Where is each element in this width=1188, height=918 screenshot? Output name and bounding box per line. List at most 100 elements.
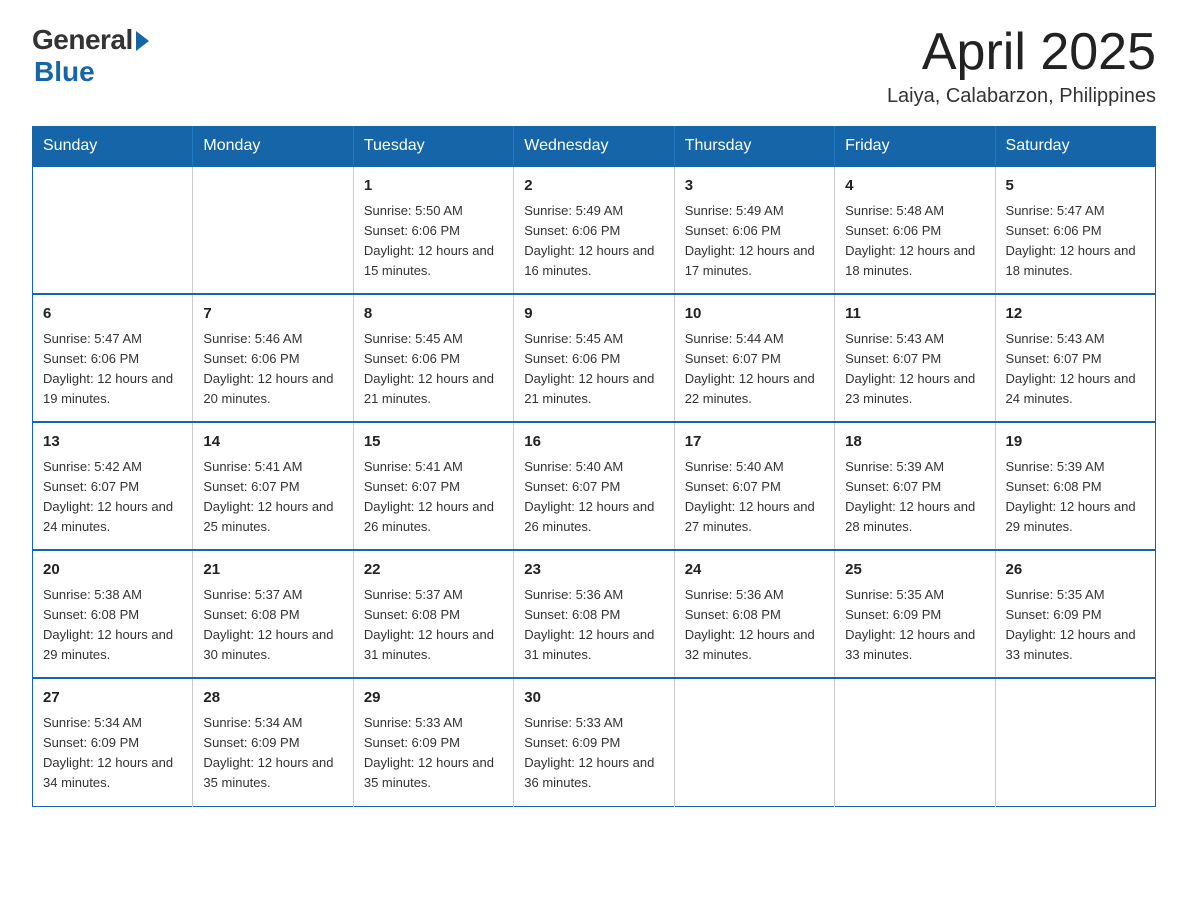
day-number: 3 <box>685 175 824 198</box>
day-number: 18 <box>845 431 984 454</box>
day-info: Sunrise: 5:35 AM Sunset: 6:09 PM Dayligh… <box>845 585 984 666</box>
day-info: Sunrise: 5:33 AM Sunset: 6:09 PM Dayligh… <box>524 713 663 794</box>
calendar-day-cell: 18 Sunrise: 5:39 AM Sunset: 6:07 PM Dayli… <box>835 422 995 550</box>
calendar-week-row: 27 Sunrise: 5:34 AM Sunset: 6:09 PM Dayli… <box>33 678 1156 806</box>
day-number: 9 <box>524 303 663 326</box>
day-info: Sunrise: 5:41 AM Sunset: 6:07 PM Dayligh… <box>203 457 342 538</box>
calendar-header-row: SundayMondayTuesdayWednesdayThursdayFrid… <box>33 127 1156 167</box>
day-info: Sunrise: 5:48 AM Sunset: 6:06 PM Dayligh… <box>845 201 984 282</box>
calendar-day-cell: 5Sunrise: 5:47 AM Sunset: 6:06 PM Daylig… <box>995 166 1155 294</box>
logo-general-text: General <box>32 24 133 56</box>
calendar-day-cell: 14 Sunrise: 5:41 AM Sunset: 6:07 PM Dayli… <box>193 422 353 550</box>
day-info: Sunrise: 5:47 AM Sunset: 6:06 PM Dayligh… <box>1006 201 1145 282</box>
day-info: Sunrise: 5:37 AM Sunset: 6:08 PM Dayligh… <box>203 585 342 666</box>
day-number: 24 <box>685 559 824 582</box>
calendar-day-cell: 11Sunrise: 5:43 AM Sunset: 6:07 PM Dayli… <box>835 294 995 422</box>
calendar-day-cell: 13Sunrise: 5:42 AM Sunset: 6:07 PM Dayli… <box>33 422 193 550</box>
day-info: Sunrise: 5:36 AM Sunset: 6:08 PM Dayligh… <box>524 585 663 666</box>
day-info: Sunrise: 5:33 AM Sunset: 6:09 PM Dayligh… <box>364 713 503 794</box>
day-info: Sunrise: 5:46 AM Sunset: 6:06 PM Dayligh… <box>203 329 342 410</box>
calendar-day-cell: 1 Sunrise: 5:50 AM Sunset: 6:06 PM Daylig… <box>353 166 513 294</box>
calendar-day-cell: 15 Sunrise: 5:41 AM Sunset: 6:07 PM Dayli… <box>353 422 513 550</box>
calendar-day-cell: 28Sunrise: 5:34 AM Sunset: 6:09 PM Dayli… <box>193 678 353 806</box>
day-number: 21 <box>203 559 342 582</box>
day-info: Sunrise: 5:40 AM Sunset: 6:07 PM Dayligh… <box>524 457 663 538</box>
calendar-day-cell: 7 Sunrise: 5:46 AM Sunset: 6:06 PM Daylig… <box>193 294 353 422</box>
calendar-day-cell <box>835 678 995 806</box>
day-number: 14 <box>203 431 342 454</box>
calendar-day-cell: 22 Sunrise: 5:37 AM Sunset: 6:08 PM Dayli… <box>353 550 513 678</box>
day-number: 17 <box>685 431 824 454</box>
calendar-day-cell: 9 Sunrise: 5:45 AM Sunset: 6:06 PM Daylig… <box>514 294 674 422</box>
calendar-day-cell: 27 Sunrise: 5:34 AM Sunset: 6:09 PM Dayli… <box>33 678 193 806</box>
calendar-day-cell: 3 Sunrise: 5:49 AM Sunset: 6:06 PM Daylig… <box>674 166 834 294</box>
day-number: 28 <box>203 687 342 710</box>
calendar-day-header: Thursday <box>674 127 834 167</box>
title-area: April 2025 Laiya, Calabarzon, Philippine… <box>887 24 1156 108</box>
day-number: 12 <box>1006 303 1145 326</box>
day-number: 20 <box>43 559 182 582</box>
calendar-day-cell: 19 Sunrise: 5:39 AM Sunset: 6:08 PM Dayli… <box>995 422 1155 550</box>
calendar-day-cell: 23 Sunrise: 5:36 AM Sunset: 6:08 PM Dayli… <box>514 550 674 678</box>
calendar-table: SundayMondayTuesdayWednesdayThursdayFrid… <box>32 126 1156 806</box>
day-info: Sunrise: 5:43 AM Sunset: 6:07 PM Dayligh… <box>1006 329 1145 410</box>
calendar-day-cell: 10Sunrise: 5:44 AM Sunset: 6:07 PM Dayli… <box>674 294 834 422</box>
day-number: 27 <box>43 687 182 710</box>
day-number: 7 <box>203 303 342 326</box>
day-info: Sunrise: 5:40 AM Sunset: 6:07 PM Dayligh… <box>685 457 824 538</box>
day-info: Sunrise: 5:45 AM Sunset: 6:06 PM Dayligh… <box>524 329 663 410</box>
calendar-day-header: Saturday <box>995 127 1155 167</box>
calendar-day-header: Tuesday <box>353 127 513 167</box>
calendar-day-cell: 21 Sunrise: 5:37 AM Sunset: 6:08 PM Dayli… <box>193 550 353 678</box>
day-number: 4 <box>845 175 984 198</box>
day-info: Sunrise: 5:39 AM Sunset: 6:07 PM Dayligh… <box>845 457 984 538</box>
month-title: April 2025 <box>887 24 1156 81</box>
day-number: 1 <box>364 175 503 198</box>
calendar-day-cell: 30 Sunrise: 5:33 AM Sunset: 6:09 PM Dayli… <box>514 678 674 806</box>
day-info: Sunrise: 5:34 AM Sunset: 6:09 PM Dayligh… <box>43 713 182 794</box>
day-info: Sunrise: 5:45 AM Sunset: 6:06 PM Dayligh… <box>364 329 503 410</box>
logo-blue-text: Blue <box>34 56 95 88</box>
day-info: Sunrise: 5:41 AM Sunset: 6:07 PM Dayligh… <box>364 457 503 538</box>
calendar-day-cell: 2Sunrise: 5:49 AM Sunset: 6:06 PM Daylig… <box>514 166 674 294</box>
calendar-header: SundayMondayTuesdayWednesdayThursdayFrid… <box>33 127 1156 167</box>
logo: General Blue <box>32 24 149 88</box>
calendar-day-cell <box>193 166 353 294</box>
calendar-day-cell: 20 Sunrise: 5:38 AM Sunset: 6:08 PM Dayli… <box>33 550 193 678</box>
day-number: 15 <box>364 431 503 454</box>
calendar-day-cell: 25 Sunrise: 5:35 AM Sunset: 6:09 PM Dayli… <box>835 550 995 678</box>
calendar-day-header: Sunday <box>33 127 193 167</box>
calendar-day-cell: 24Sunrise: 5:36 AM Sunset: 6:08 PM Dayli… <box>674 550 834 678</box>
day-info: Sunrise: 5:50 AM Sunset: 6:06 PM Dayligh… <box>364 201 503 282</box>
day-info: Sunrise: 5:37 AM Sunset: 6:08 PM Dayligh… <box>364 585 503 666</box>
calendar-day-cell <box>995 678 1155 806</box>
day-number: 8 <box>364 303 503 326</box>
calendar-day-cell: 6Sunrise: 5:47 AM Sunset: 6:06 PM Daylig… <box>33 294 193 422</box>
day-info: Sunrise: 5:43 AM Sunset: 6:07 PM Dayligh… <box>845 329 984 410</box>
calendar-day-header: Wednesday <box>514 127 674 167</box>
day-number: 22 <box>364 559 503 582</box>
day-number: 25 <box>845 559 984 582</box>
day-number: 16 <box>524 431 663 454</box>
day-number: 10 <box>685 303 824 326</box>
calendar-day-cell: 29Sunrise: 5:33 AM Sunset: 6:09 PM Dayli… <box>353 678 513 806</box>
day-number: 6 <box>43 303 182 326</box>
calendar-day-cell <box>33 166 193 294</box>
day-info: Sunrise: 5:39 AM Sunset: 6:08 PM Dayligh… <box>1006 457 1145 538</box>
calendar-day-cell: 16 Sunrise: 5:40 AM Sunset: 6:07 PM Dayli… <box>514 422 674 550</box>
day-number: 13 <box>43 431 182 454</box>
day-number: 19 <box>1006 431 1145 454</box>
calendar-body: 1 Sunrise: 5:50 AM Sunset: 6:06 PM Daylig… <box>33 166 1156 806</box>
calendar-day-header: Friday <box>835 127 995 167</box>
calendar-day-cell: 8 Sunrise: 5:45 AM Sunset: 6:06 PM Daylig… <box>353 294 513 422</box>
location-text: Laiya, Calabarzon, Philippines <box>887 85 1156 108</box>
calendar-day-header: Monday <box>193 127 353 167</box>
day-info: Sunrise: 5:35 AM Sunset: 6:09 PM Dayligh… <box>1006 585 1145 666</box>
calendar-week-row: 20 Sunrise: 5:38 AM Sunset: 6:08 PM Dayli… <box>33 550 1156 678</box>
day-info: Sunrise: 5:38 AM Sunset: 6:08 PM Dayligh… <box>43 585 182 666</box>
day-number: 23 <box>524 559 663 582</box>
calendar-week-row: 1 Sunrise: 5:50 AM Sunset: 6:06 PM Daylig… <box>33 166 1156 294</box>
day-info: Sunrise: 5:49 AM Sunset: 6:06 PM Dayligh… <box>685 201 824 282</box>
day-info: Sunrise: 5:49 AM Sunset: 6:06 PM Dayligh… <box>524 201 663 282</box>
day-number: 30 <box>524 687 663 710</box>
